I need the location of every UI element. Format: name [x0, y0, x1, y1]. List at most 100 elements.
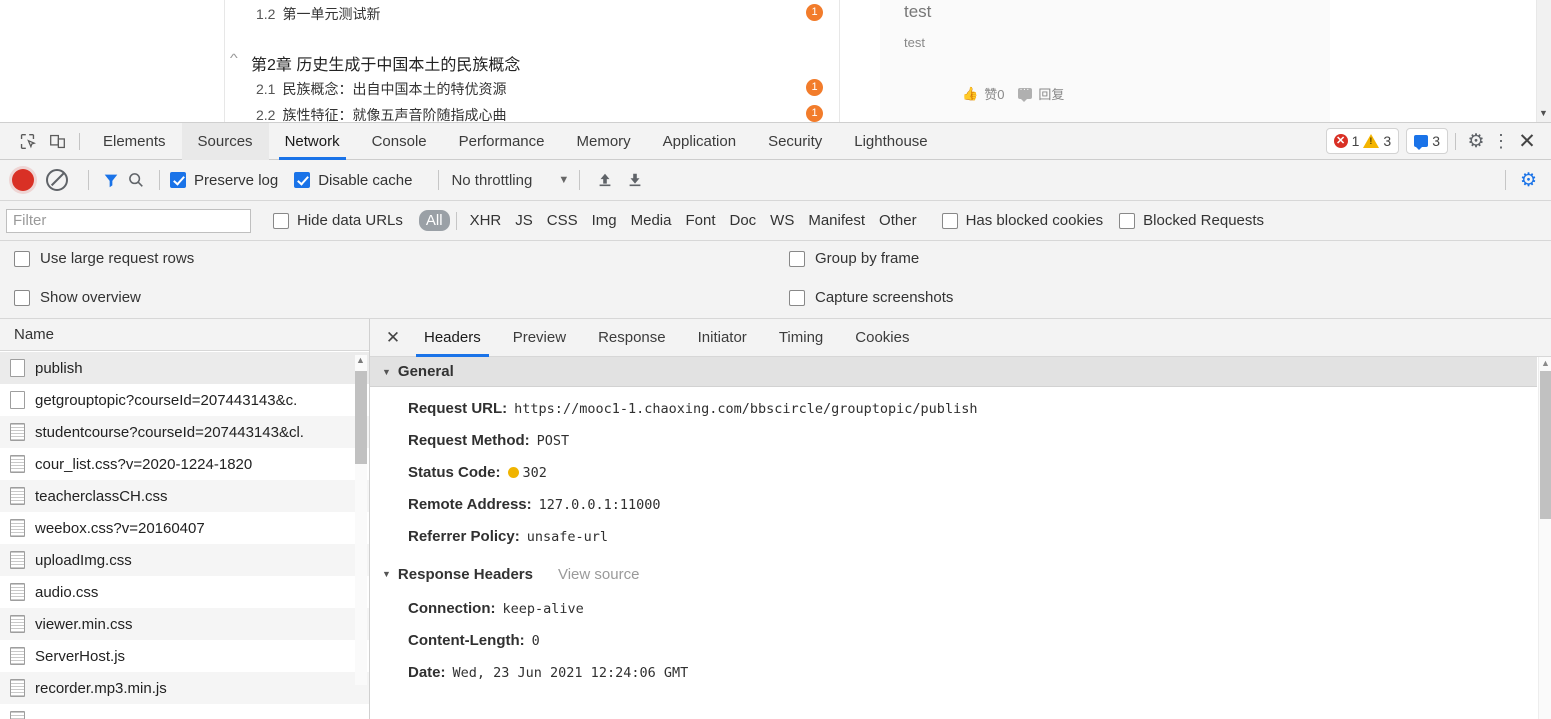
script-icon: [10, 519, 25, 537]
warning-count: 3: [1383, 133, 1392, 149]
tab-label: Security: [768, 132, 823, 150]
blocked-requests-checkbox[interactable]: Blocked Requests: [1119, 212, 1264, 229]
throttling-dropdown[interactable]: No throttling ▼: [451, 172, 569, 189]
record-button[interactable]: [12, 169, 34, 191]
filter-type-other[interactable]: Other: [872, 210, 924, 231]
filter-type-all[interactable]: All: [418, 210, 450, 231]
filter-type-ws[interactable]: WS: [763, 210, 801, 231]
column-header-name[interactable]: Name: [0, 319, 369, 351]
filter-type-css[interactable]: CSS: [540, 210, 585, 231]
page-scrollbar[interactable]: ▼: [1536, 0, 1551, 122]
outline-chapter-title[interactable]: 第2章 历史生成于中国本土的民族概念: [251, 51, 520, 75]
response-headers-section-header[interactable]: ▼ Response Headers View source: [370, 559, 1537, 589]
filter-type-js[interactable]: JS: [508, 210, 540, 231]
funnel-icon[interactable]: [99, 171, 123, 189]
table-row[interactable]: recorder.mp3.min.js: [0, 672, 369, 704]
table-row[interactable]: viewer.min.css: [0, 608, 369, 640]
messages-counter[interactable]: 3: [1406, 128, 1448, 154]
request-list[interactable]: publish getgrouptopic?courseId=207443143…: [0, 352, 369, 719]
import-har-icon[interactable]: [590, 171, 620, 189]
tab-console[interactable]: Console: [356, 123, 443, 160]
request-details-pane: ✕ Headers Preview Response Initiator Tim…: [370, 319, 1551, 719]
devtools-tabbar: Elements Sources Network Console Perform…: [0, 122, 1551, 160]
details-scrollbar[interactable]: ▲: [1538, 357, 1551, 719]
header-value[interactable]: https://mooc1-1.chaoxing.com/bbscircle/g…: [514, 399, 977, 419]
control-separator: [88, 170, 89, 190]
tab-network[interactable]: Network: [269, 123, 356, 160]
disable-cache-checkbox[interactable]: Disable cache: [294, 172, 412, 189]
chevron-down-icon: ▼: [382, 366, 391, 377]
table-row[interactable]: getgrouptopic?courseId=207443143&c.: [0, 384, 369, 416]
export-har-icon[interactable]: [620, 171, 650, 189]
tab-application[interactable]: Application: [647, 123, 752, 160]
chevron-down-icon[interactable]: ▼: [1538, 109, 1549, 118]
use-large-request-rows-checkbox[interactable]: Use large request rows: [14, 250, 194, 267]
chevron-up-icon[interactable]: ▲: [356, 355, 365, 365]
table-row[interactable]: cour_list.css?v=2020-1224-1820: [0, 448, 369, 480]
script-icon: [10, 583, 25, 601]
search-icon[interactable]: [123, 171, 149, 189]
table-row[interactable]: weebox.css?v=20160407: [0, 512, 369, 544]
gear-icon[interactable]: ⚙: [1463, 128, 1489, 154]
discussion-actions: 👍 赞0 回复: [962, 84, 1064, 103]
tab-timing[interactable]: Timing: [763, 319, 839, 357]
filter-input[interactable]: [6, 208, 251, 233]
table-row[interactable]: ServerHost.js: [0, 640, 369, 672]
scrollbar-thumb[interactable]: [1540, 371, 1551, 519]
gear-icon[interactable]: ⚙: [1516, 169, 1541, 192]
group-by-frame-checkbox[interactable]: Group by frame: [789, 250, 919, 267]
reply-button[interactable]: 回复: [1018, 84, 1064, 103]
table-row[interactable]: publish: [0, 352, 369, 384]
filter-type-media[interactable]: Media: [624, 210, 679, 231]
outline-item-2-1[interactable]: 2.1 民族概念：出自中国本土的特优资源: [256, 79, 506, 99]
like-button[interactable]: 👍 赞0: [962, 84, 1004, 103]
error-icon: ✕: [1333, 134, 1348, 148]
tab-headers[interactable]: Headers: [408, 319, 497, 357]
show-overview-checkbox[interactable]: Show overview: [14, 289, 141, 306]
discussion-panel: test test 👍 赞0 回复: [880, 0, 1330, 122]
issues-counter[interactable]: ✕ 1 3: [1325, 128, 1400, 154]
hide-data-urls-checkbox[interactable]: Hide data URLs: [273, 212, 403, 229]
preserve-log-checkbox[interactable]: Preserve log: [170, 172, 278, 189]
clear-icon[interactable]: [46, 169, 68, 191]
close-icon[interactable]: ✕: [378, 323, 408, 353]
filter-type-manifest[interactable]: Manifest: [801, 210, 872, 231]
tab-response[interactable]: Response: [582, 319, 682, 357]
tab-sources[interactable]: Sources: [181, 122, 269, 160]
filter-type-doc[interactable]: Doc: [722, 210, 763, 231]
close-icon[interactable]: ✕: [1513, 128, 1541, 154]
course-outline: 1.2 第一单元测试新 1 ^ 第2章 历史生成于中国本土的民族概念 2.1 民族概…: [225, 0, 840, 122]
header-key: Remote Address:: [408, 496, 532, 513]
chevron-up-icon[interactable]: ^: [230, 51, 238, 65]
table-row[interactable]: teacherclassCH.css: [0, 480, 369, 512]
pane-splitter[interactable]: [365, 319, 369, 719]
filter-type-font[interactable]: Font: [678, 210, 722, 231]
table-row[interactable]: audio.css: [0, 576, 369, 608]
tab-lighthouse[interactable]: Lighthouse: [838, 123, 943, 160]
filter-type-xhr[interactable]: XHR: [463, 210, 509, 231]
outline-item-2-2[interactable]: 2.2 族性特征：就像五声音阶随指成心曲: [256, 105, 506, 122]
use-large-request-rows-label: Use large request rows: [40, 250, 195, 267]
tab-label: Memory: [576, 132, 631, 150]
tab-elements[interactable]: Elements: [87, 123, 182, 160]
tab-initiator[interactable]: Initiator: [682, 319, 763, 357]
tab-security[interactable]: Security: [752, 123, 838, 160]
kebab-menu-icon[interactable]: ⋮: [1489, 128, 1513, 154]
tab-cookies[interactable]: Cookies: [839, 319, 925, 357]
has-blocked-cookies-checkbox[interactable]: Has blocked cookies: [941, 212, 1103, 229]
view-source-link[interactable]: View source: [558, 566, 639, 583]
table-row[interactable]: [0, 704, 369, 719]
table-row[interactable]: uploadImg.css: [0, 544, 369, 576]
capture-screenshots-checkbox[interactable]: Capture screenshots: [789, 289, 953, 306]
inspect-element-icon[interactable]: [12, 127, 42, 155]
tab-performance[interactable]: Performance: [443, 123, 561, 160]
general-section-header[interactable]: ▼ General: [370, 357, 1537, 387]
outline-item-1-2[interactable]: 1.2 第一单元测试新: [256, 4, 380, 24]
tab-preview[interactable]: Preview: [497, 319, 582, 357]
table-row[interactable]: studentcourse?courseId=207443143&cl.: [0, 416, 369, 448]
tab-memory[interactable]: Memory: [561, 123, 647, 160]
filter-type-img[interactable]: Img: [585, 210, 624, 231]
device-toolbar-icon[interactable]: [42, 127, 72, 155]
discussion-body: test: [904, 35, 925, 50]
chevron-up-icon[interactable]: ▲: [1541, 358, 1550, 368]
